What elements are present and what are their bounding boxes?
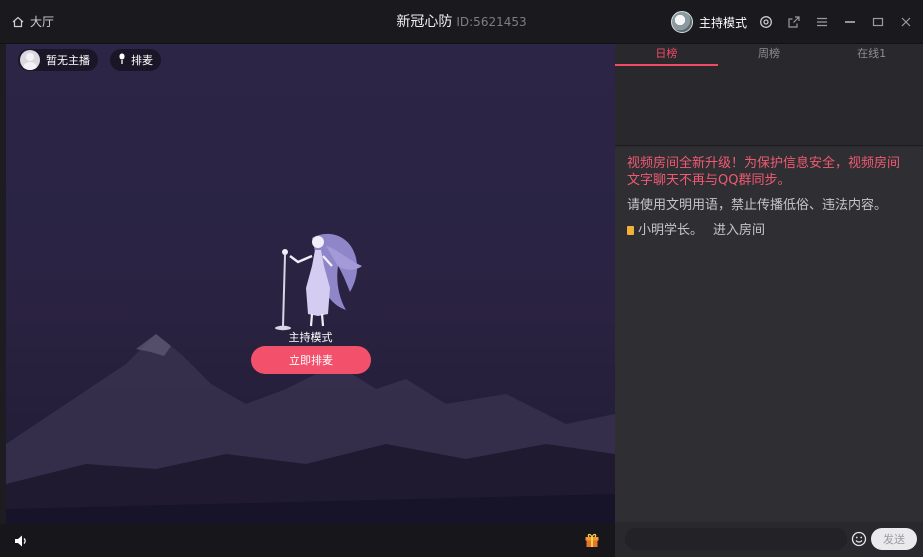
menu-icon[interactable] bbox=[813, 13, 831, 31]
chat-input[interactable] bbox=[625, 528, 847, 550]
system-notice: 视频房间全新升级！为保护信息安全，视频房间文字聊天不再与QQ群同步。 bbox=[627, 156, 901, 188]
title-bar: 大厅 新冠心防 ID:5621453 主持模式 bbox=[0, 0, 923, 44]
tab-weekly-rank[interactable]: 周榜 bbox=[718, 44, 821, 66]
host-avatar bbox=[20, 50, 40, 70]
user-badge-icon bbox=[627, 226, 634, 235]
microphone-icon bbox=[118, 53, 126, 68]
singer-illustration bbox=[275, 233, 362, 331]
volume-icon[interactable] bbox=[14, 533, 28, 552]
queue-button[interactable]: 排麦 bbox=[110, 49, 161, 71]
share-icon[interactable] bbox=[785, 13, 803, 31]
lobby-button[interactable]: 大厅 bbox=[12, 13, 54, 30]
rule-message: 请使用文明用语，禁止传播低俗、违法内容。 bbox=[627, 198, 888, 213]
enter-message: 小明学长。 进入房间 bbox=[627, 222, 911, 239]
gift-icon[interactable] bbox=[584, 532, 600, 552]
room-name: 新冠心防 bbox=[396, 14, 453, 30]
mode-label: 主持模式 bbox=[698, 15, 747, 30]
rank-tabs: 日榜 周榜 在线1 bbox=[615, 44, 923, 66]
user-avatar[interactable] bbox=[670, 11, 693, 33]
chat-input-bar: 发送 bbox=[615, 522, 923, 557]
emoji-icon[interactable] bbox=[851, 531, 867, 551]
enter-text: 进入房间 bbox=[713, 223, 766, 238]
window-controls: 主持模式 bbox=[670, 11, 915, 33]
maximize-icon[interactable] bbox=[869, 13, 887, 31]
video-stage: 暂无主播 排麦 主持模式 立即排麦 bbox=[6, 44, 615, 524]
tab-daily-rank[interactable]: 日榜 bbox=[615, 44, 718, 66]
settings-icon[interactable] bbox=[757, 13, 775, 31]
join-queue-button[interactable]: 立即排麦 bbox=[251, 346, 371, 374]
lobby-label: 大厅 bbox=[30, 15, 55, 29]
stage-bottom-bar bbox=[0, 524, 615, 557]
chat-area: 视频房间全新升级！为保护信息安全，视频房间文字聊天不再与QQ群同步。 请使用文明… bbox=[615, 147, 923, 522]
minimize-icon[interactable] bbox=[841, 13, 859, 31]
home-icon bbox=[12, 16, 24, 28]
close-icon[interactable] bbox=[897, 13, 915, 31]
send-button[interactable]: 发送 bbox=[871, 528, 917, 550]
app-window: 大厅 新冠心防 ID:5621453 主持模式 暂无主播 排麦 主持模式 立即排… bbox=[0, 0, 923, 557]
enter-username[interactable]: 小明学长。 bbox=[638, 222, 703, 239]
stage-mode-label: 主持模式 bbox=[288, 331, 333, 344]
side-panel: 日榜 周榜 在线1 视频房间全新升级！为保护信息安全，视频房间文字聊天不再与QQ… bbox=[615, 44, 923, 557]
room-id: ID:5621453 bbox=[456, 15, 527, 29]
tab-online[interactable]: 在线1 bbox=[820, 44, 923, 66]
rank-list bbox=[615, 66, 923, 146]
queue-label: 排麦 bbox=[131, 54, 153, 67]
host-chip: 暂无主播 bbox=[18, 49, 98, 71]
host-label: 暂无主播 bbox=[46, 54, 90, 67]
